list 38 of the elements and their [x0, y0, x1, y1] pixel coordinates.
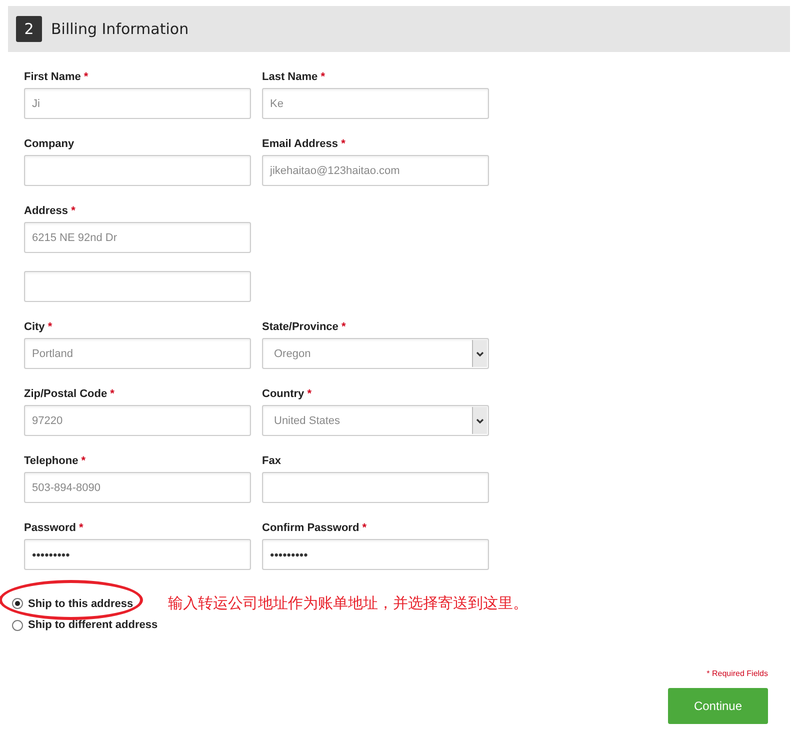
input-field[interactable] [262, 472, 489, 503]
input-field[interactable]: Ji [24, 88, 251, 119]
field-label: Address * [24, 204, 76, 218]
field-label: Email Address * [262, 137, 346, 151]
select-field[interactable]: Oregon [262, 338, 489, 369]
input-field[interactable] [24, 155, 251, 186]
select-field[interactable]: United States [262, 405, 489, 436]
field-label: Country * [262, 387, 313, 401]
section-title: Billing Information [51, 20, 189, 38]
input-field[interactable] [24, 271, 251, 302]
field-label: Company [24, 137, 76, 151]
radio-label[interactable]: Ship to different address [28, 619, 158, 631]
annotation-text: 输入转运公司地址作为账单地址，并选择寄送到这里。 [168, 594, 528, 613]
input-field[interactable]: 503-894-8090 [24, 472, 251, 503]
input-field[interactable]: 6215 NE 92nd Dr [24, 222, 251, 253]
password-field[interactable]: ••••••••• [24, 539, 251, 570]
continue-button[interactable]: Continue [668, 688, 768, 724]
step-number: 2 [16, 16, 42, 42]
password-field[interactable]: ••••••••• [262, 539, 489, 570]
input-field[interactable]: jikehaitao@123haitao.com [262, 155, 489, 186]
field-label: State/Province * [262, 320, 347, 334]
chevron-down-icon [472, 340, 487, 367]
chevron-down-icon [472, 407, 487, 434]
input-field[interactable]: Ke [262, 88, 489, 119]
radio-label[interactable]: Ship to this address [28, 598, 134, 610]
field-label: Zip/Postal Code * [24, 387, 116, 401]
radio-button[interactable] [12, 620, 23, 630]
field-label: Telephone * [24, 454, 87, 468]
field-label: Last Name * [262, 70, 326, 84]
radio-button[interactable] [12, 598, 23, 609]
field-label: Password * [24, 521, 84, 535]
field-label: First Name * [24, 70, 90, 84]
input-field[interactable]: 97220 [24, 405, 251, 436]
input-field[interactable]: Portland [24, 338, 251, 369]
field-label: City * [24, 320, 54, 334]
field-label: Fax [262, 454, 282, 468]
required-note: * Required Fields [706, 669, 768, 678]
field-label: Confirm Password * [262, 521, 368, 535]
